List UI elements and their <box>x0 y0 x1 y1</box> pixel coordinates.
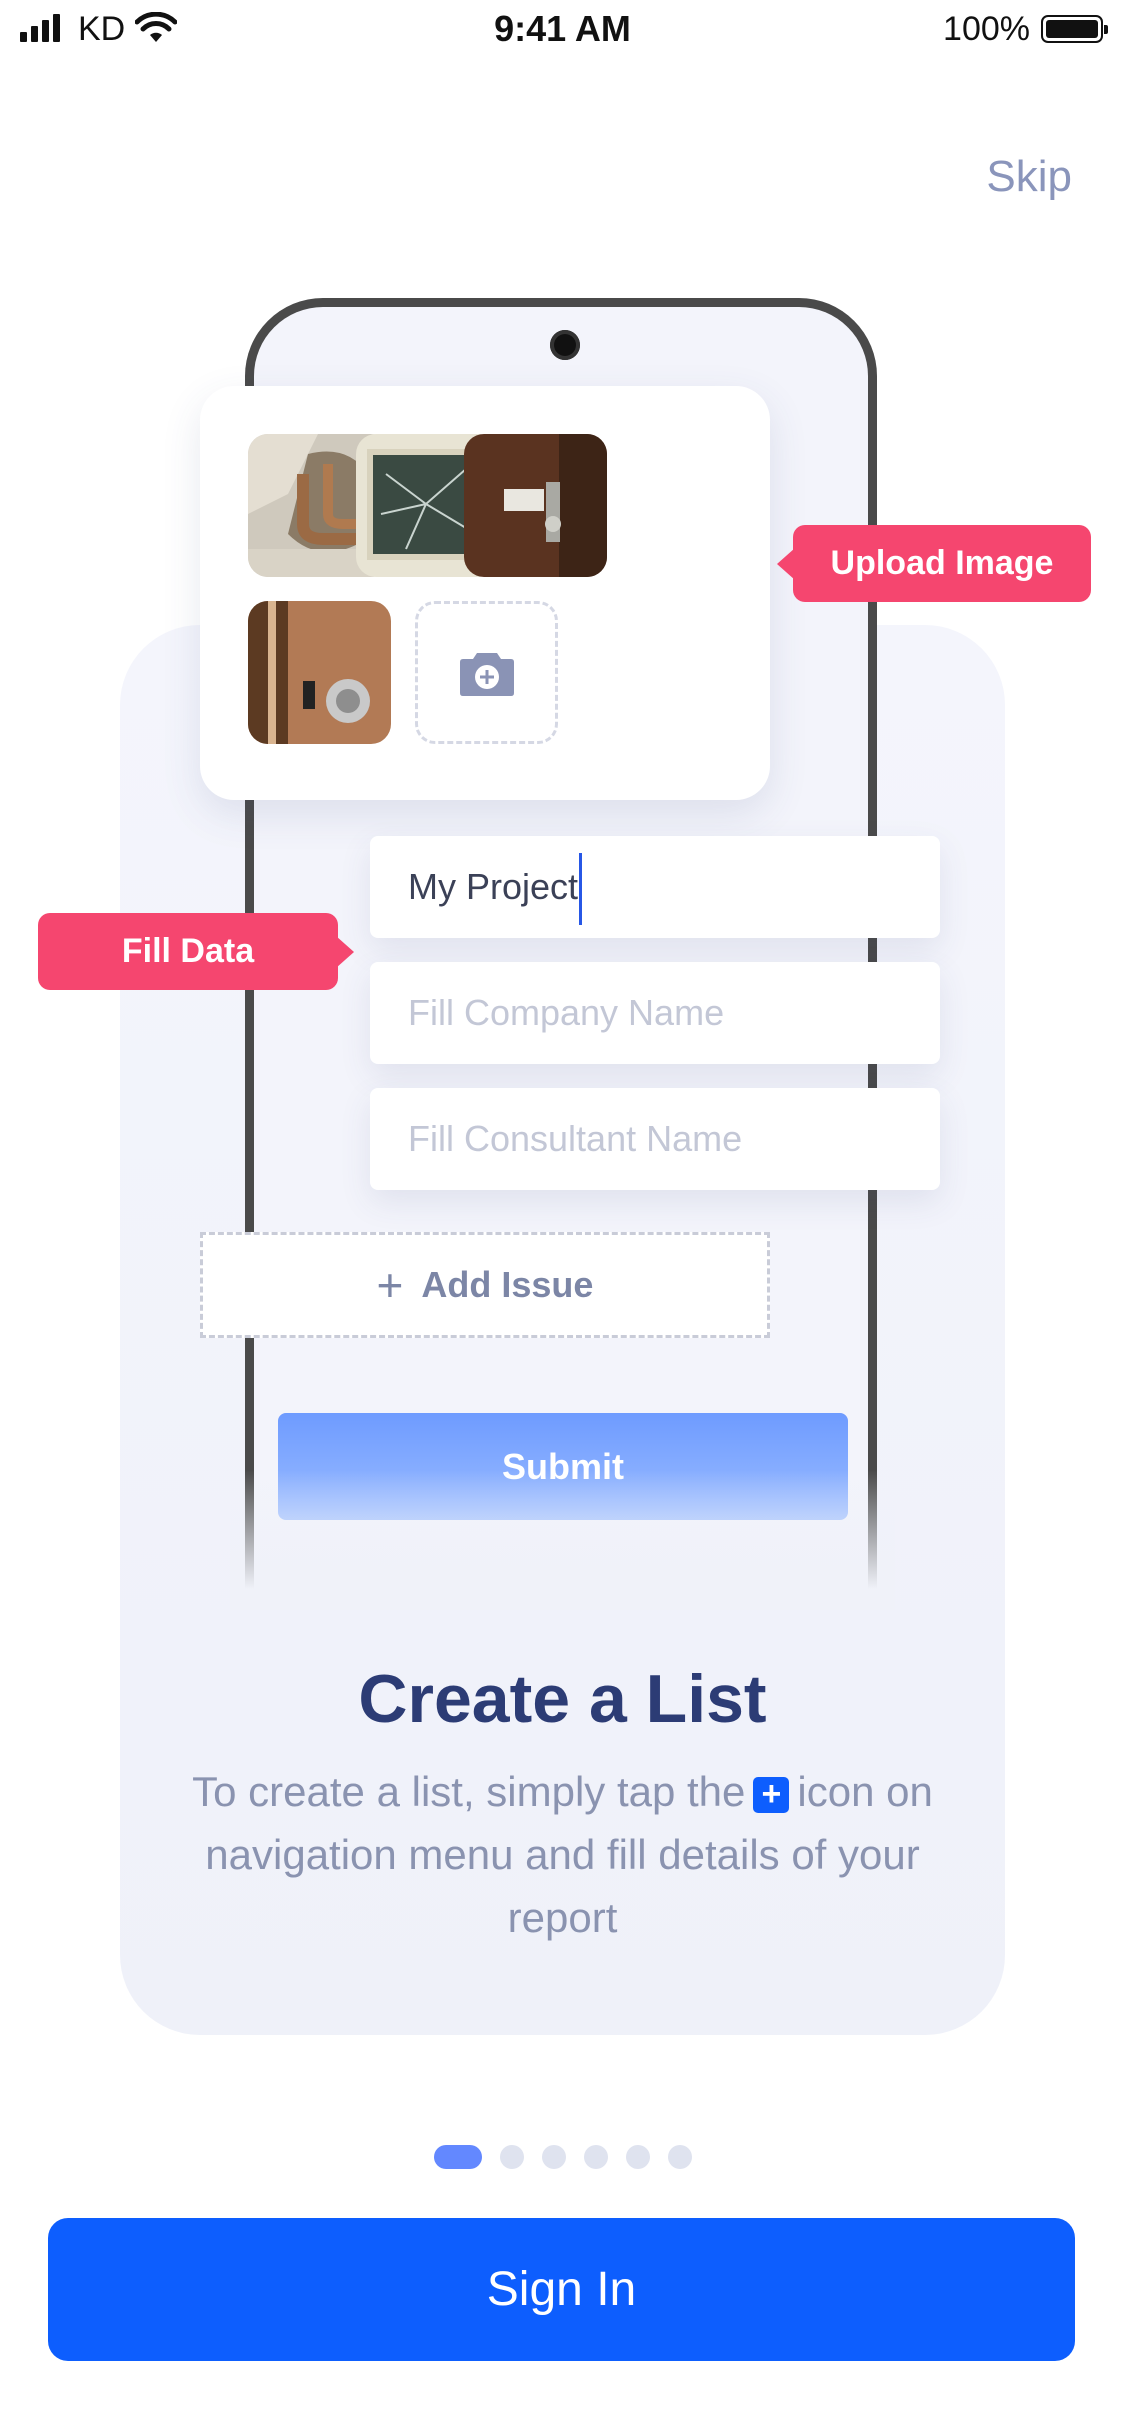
sign-in-button[interactable]: Sign In <box>48 2218 1075 2361</box>
plus-icon: + <box>376 1259 404 1311</box>
status-bar: KD 9:41 AM 100% <box>0 0 1125 60</box>
add-issue-label: Add Issue <box>421 1264 594 1305</box>
add-photo-button[interactable] <box>415 601 558 744</box>
page-dot[interactable] <box>499 2145 524 2169</box>
fill-data-tag: Fill Data <box>38 913 354 990</box>
onboarding-title: Create a List <box>358 1661 767 1737</box>
company-name-field[interactable]: Fill Company Name <box>370 962 940 1064</box>
project-name-field[interactable]: My Project <box>370 836 940 938</box>
page-dot[interactable] <box>667 2145 692 2169</box>
text-caret <box>579 853 583 926</box>
page-dot[interactable] <box>625 2145 650 2169</box>
battery-percent: 100% <box>943 10 1030 48</box>
battery-icon <box>1041 15 1108 43</box>
upload-image-tag: Upload Image <box>777 525 1091 602</box>
image-upload-panel <box>200 386 770 800</box>
page-indicator <box>0 2145 1125 2169</box>
add-issue-button[interactable]: + Add Issue <box>200 1232 770 1338</box>
project-name-value: My Project <box>408 866 579 907</box>
page-dot-active[interactable] <box>433 2145 482 2169</box>
desc-part1: To create a list, simply tap the <box>192 1768 746 1815</box>
onboarding-description: To create a list, simply tap the + icon on… <box>170 1760 955 1949</box>
phone-camera <box>550 330 580 360</box>
page-dot[interactable] <box>583 2145 608 2169</box>
photo-thumbnail-door-knob[interactable] <box>248 601 391 744</box>
plus-square-icon: + <box>753 1776 790 1813</box>
phone-fade-overlay <box>230 1470 895 1610</box>
consultant-name-field[interactable]: Fill Consultant Name <box>370 1088 940 1190</box>
camera-plus-icon <box>459 652 514 696</box>
skip-button[interactable]: Skip <box>986 152 1072 202</box>
photo-thumbnail-door-lock[interactable] <box>464 434 607 577</box>
page-dot[interactable] <box>541 2145 566 2169</box>
